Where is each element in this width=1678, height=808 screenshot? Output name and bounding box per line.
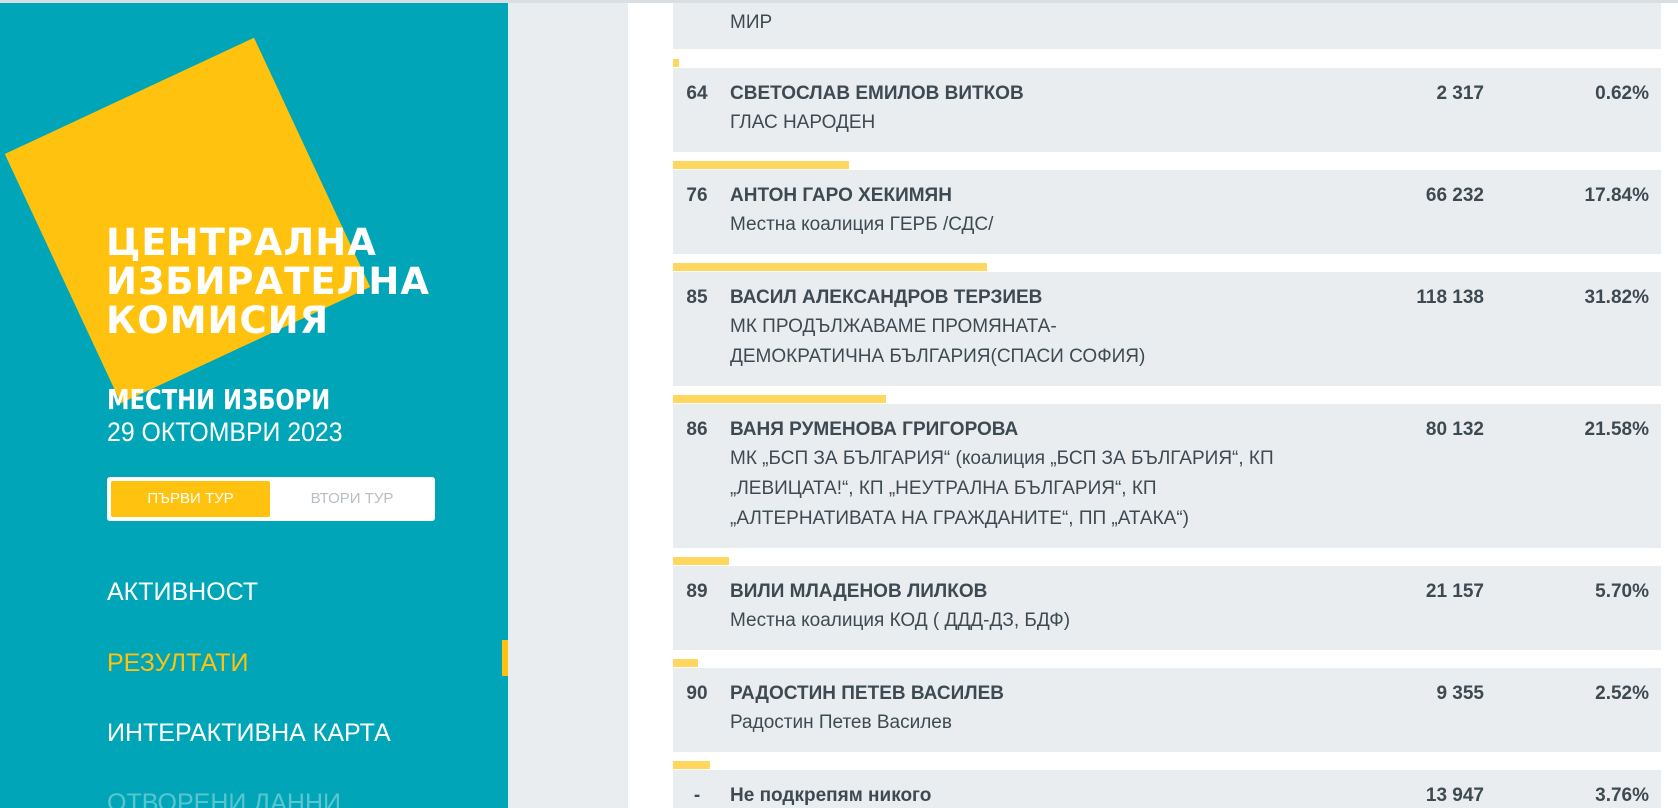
party-name: ГЛАС НАРОДЕН — [730, 112, 876, 133]
vote-share-bar — [673, 557, 729, 565]
party-name: Местна коалиция ГЕРБ /СДС/ — [730, 214, 994, 235]
result-row: 76 АНТОН ГАРО ХЕКИМЯН Местна коалиция ГЕ… — [673, 170, 1661, 254]
nav-results[interactable]: РЕЗУЛТАТИ — [107, 649, 248, 678]
candidate-name: ВАНЯ РУМЕНОВА ГРИГОРОВА — [730, 419, 1019, 440]
vote-share-bar — [673, 395, 886, 403]
logo-line-3: КОМИСИЯ — [106, 299, 330, 342]
result-row: - Не подкрепям никого 13 947 3.76% — [673, 770, 1661, 808]
candidate-name: СВЕТОСЛАВ ЕМИЛОВ ВИТКОВ — [730, 83, 1024, 104]
result-row: 86 ВАНЯ РУМЕНОВА ГРИГОРОВА МК „БСП ЗА БЪ… — [673, 404, 1661, 548]
tour-toggle: ПЪРВИ ТУР ВТОРИ ТУР — [107, 477, 435, 521]
sidebar: ЦЕНТРАЛНА ИЗБИРАТЕЛНА КОМИСИЯ МЕСТНИ ИЗБ… — [0, 3, 508, 808]
logo-line-1: ЦЕНТРАЛНА — [106, 221, 377, 264]
content-gutter — [508, 3, 628, 808]
vote-count: 13 947 — [1425, 785, 1484, 806]
vote-percent: 3.76% — [1595, 785, 1649, 806]
result-row: 89 ВИЛИ МЛАДЕНОВ ЛИЛКОВ Местна коалиция … — [673, 566, 1661, 650]
second-tour-button[interactable]: ВТОРИ ТУР — [273, 481, 431, 517]
vote-count: 118 138 — [1416, 287, 1484, 308]
candidate-name: АНТОН ГАРО ХЕКИМЯН — [730, 185, 952, 206]
vote-count: 66 232 — [1425, 185, 1484, 206]
vote-count: 9 355 — [1436, 683, 1484, 704]
candidate-number: 86 — [686, 419, 708, 440]
candidate-name: ВИЛИ МЛАДЕНОВ ЛИЛКОВ — [730, 581, 988, 602]
party-name: Местна коалиция КОД ( ДДД-ДЗ, БДФ) — [730, 610, 1071, 631]
election-title: МЕСТНИ ИЗБОРИ — [107, 383, 331, 416]
vote-percent: 17.84% — [1584, 185, 1649, 206]
candidate-number: - — [693, 785, 701, 806]
candidate-name: РАДОСТИН ПЕТЕВ ВАСИЛЕВ — [730, 683, 1004, 704]
result-row: 90 РАДОСТИН ПЕТЕВ ВАСИЛЕВ Радостин Петев… — [673, 668, 1661, 752]
vote-percent: 2.52% — [1595, 683, 1649, 704]
vote-share-bar — [673, 761, 710, 769]
candidate-name: Не подкрепям никого — [730, 785, 932, 806]
candidate-number: 90 — [686, 683, 708, 704]
vote-share-bar — [673, 59, 679, 67]
vote-share-bar — [673, 659, 698, 667]
nav-open-data[interactable]: ОТВОРЕНИ ДАННИ — [107, 789, 341, 808]
vote-percent: 0.62% — [1595, 83, 1649, 104]
vote-count: 21 157 — [1425, 581, 1484, 602]
nav-interactive-map[interactable]: ИНТЕРАКТИВНА КАРТА — [107, 719, 391, 748]
candidate-name: ВАСИЛ АЛЕКСАНДРОВ ТЕРЗИЕВ — [730, 287, 1043, 308]
candidate-number: 76 — [686, 185, 708, 206]
party-name: Радостин Петев Василев — [730, 712, 952, 733]
result-row: 64 СВЕТОСЛАВ ЕМИЛОВ ВИТКОВ ГЛАС НАРОДЕН … — [673, 68, 1661, 152]
vote-share-bar — [673, 263, 987, 271]
party-name: МК „БСП ЗА БЪЛГАРИЯ“ (коалиция „БСП ЗА Б… — [730, 448, 1274, 529]
vote-percent: 5.70% — [1595, 581, 1649, 602]
vote-count: 80 132 — [1425, 419, 1484, 440]
party-name: МК ПРОДЪЛЖАВАМЕ ПРОМЯНАТА- ДЕМОКРАТИЧНА … — [730, 316, 1146, 367]
election-date: 29 ОКТОМВРИ 2023 — [107, 417, 343, 447]
first-tour-button[interactable]: ПЪРВИ ТУР — [111, 481, 270, 517]
vote-share-bar — [673, 161, 849, 169]
vote-count: 2 317 — [1436, 83, 1484, 104]
result-row-partial: МИР — [673, 3, 1661, 49]
candidate-number: 89 — [686, 581, 708, 602]
logo[interactable]: ЦЕНТРАЛНА ИЗБИРАТЕЛНА КОМИСИЯ — [106, 223, 430, 340]
candidate-number: 85 — [686, 287, 708, 308]
vote-percent: 21.58% — [1584, 419, 1649, 440]
candidate-number: 64 — [686, 83, 708, 104]
vote-percent: 31.82% — [1584, 287, 1649, 308]
logo-line-2: ИЗБИРАТЕЛНА — [106, 260, 431, 303]
nav-turnout[interactable]: АКТИВНОСТ — [107, 578, 258, 607]
result-row: 85 ВАСИЛ АЛЕКСАНДРОВ ТЕРЗИЕВ МК ПРОДЪЛЖА… — [673, 272, 1661, 386]
party-name: МИР — [730, 12, 773, 33]
